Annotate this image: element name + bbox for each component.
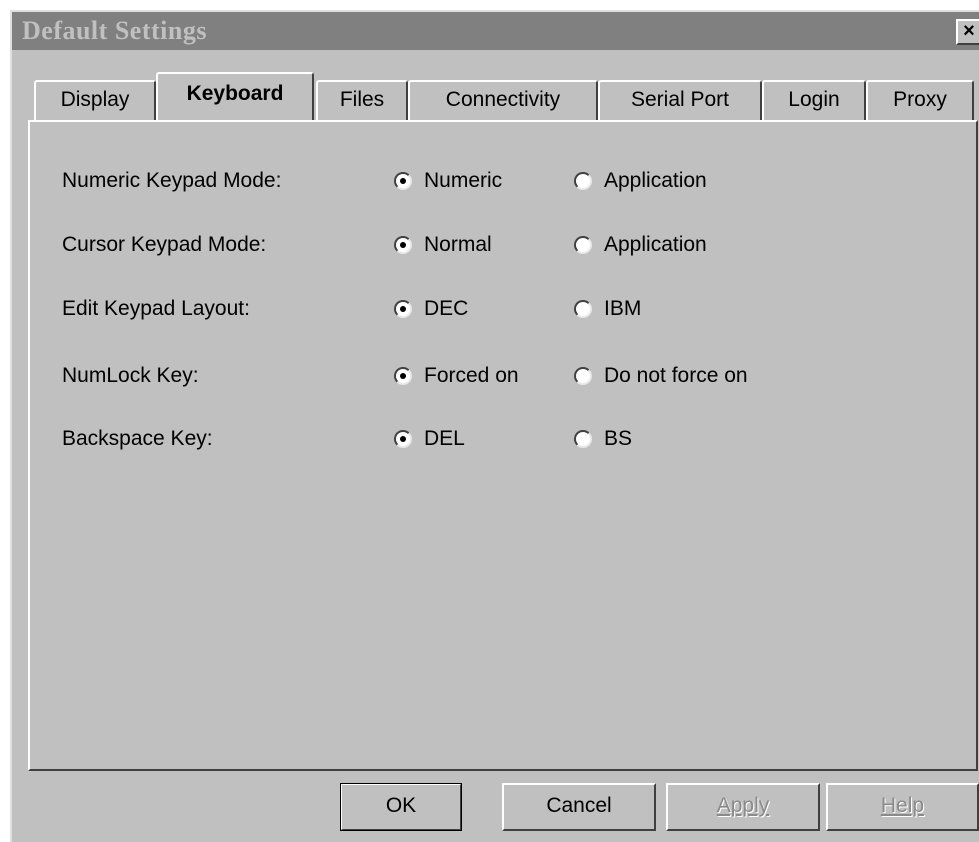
tab-serial-port[interactable]: Serial Port (598, 80, 762, 120)
dialog-window: Default Settings × Display Keyboard File… (10, 10, 979, 842)
tab-login[interactable]: Login (762, 80, 866, 120)
radio-checked-icon (394, 367, 412, 385)
title-bar[interactable]: Default Settings × (12, 12, 979, 50)
cursor-keypad-application-radio[interactable]: Application (574, 233, 707, 257)
backspace-del-radio[interactable]: DEL (394, 427, 465, 451)
radio-checked-icon (394, 236, 412, 254)
radio-checked-icon (394, 172, 412, 190)
apply-button[interactable]: Apply (666, 783, 820, 831)
tab-label: Connectivity (445, 88, 561, 111)
numeric-keypad-numeric-radio[interactable]: Numeric (394, 169, 502, 193)
radio-label: DEL (424, 427, 465, 450)
cursor-keypad-mode-label: Cursor Keypad Mode: (62, 233, 267, 256)
radio-label: Normal (424, 233, 492, 256)
radio-label: BS (604, 427, 633, 450)
button-label: Help (880, 794, 925, 817)
radio-unchecked-icon (574, 236, 592, 254)
radio-label: Do not force on (604, 364, 748, 387)
tab-connectivity[interactable]: Connectivity (408, 80, 598, 120)
tab-label: Files (339, 88, 385, 111)
radio-label: Forced on (424, 364, 519, 387)
button-label: Cancel (546, 794, 612, 817)
help-button[interactable]: Help (826, 783, 979, 831)
close-button[interactable]: × (956, 19, 979, 45)
radio-label: Application (604, 169, 707, 192)
radio-label: Numeric (424, 169, 503, 192)
radio-checked-icon (394, 300, 412, 318)
numeric-keypad-application-radio[interactable]: Application (574, 169, 707, 193)
edit-keypad-dec-radio[interactable]: DEC (394, 297, 468, 321)
tab-files[interactable]: Files (316, 80, 408, 120)
keyboard-settings-panel: Numeric Keypad Mode: Numeric Application… (28, 120, 978, 771)
radio-unchecked-icon (574, 367, 592, 385)
tab-label: Keyboard (186, 82, 284, 105)
ok-button[interactable]: OK (340, 783, 462, 831)
window-title: Default Settings (22, 16, 207, 45)
tab-label: Display (60, 88, 130, 111)
edit-keypad-layout-label: Edit Keypad Layout: (62, 297, 250, 320)
radio-unchecked-icon (574, 172, 592, 190)
button-label: OK (385, 794, 417, 817)
radio-label: DEC (424, 297, 469, 320)
tab-proxy[interactable]: Proxy (866, 80, 974, 120)
radio-unchecked-icon (574, 300, 592, 318)
button-label: Apply (716, 794, 770, 817)
tab-keyboard[interactable]: Keyboard (156, 72, 314, 120)
tab-label: Login (788, 88, 840, 111)
tab-label: Proxy (893, 88, 947, 111)
numlock-forced-on-radio[interactable]: Forced on (394, 364, 519, 388)
backspace-bs-radio[interactable]: BS (574, 427, 632, 451)
cancel-button[interactable]: Cancel (502, 783, 656, 831)
close-icon: × (963, 20, 975, 42)
tab-display[interactable]: Display (34, 80, 156, 120)
radio-unchecked-icon (574, 430, 592, 448)
radio-checked-icon (394, 430, 412, 448)
numlock-key-label: NumLock Key: (62, 364, 199, 387)
cursor-keypad-normal-radio[interactable]: Normal (394, 233, 492, 257)
numeric-keypad-mode-label: Numeric Keypad Mode: (62, 169, 282, 192)
numlock-do-not-force-radio[interactable]: Do not force on (574, 364, 748, 388)
tab-label: Serial Port (630, 88, 730, 111)
edit-keypad-ibm-radio[interactable]: IBM (574, 297, 641, 321)
radio-label: Application (604, 233, 707, 256)
backspace-key-label: Backspace Key: (62, 427, 213, 450)
radio-label: IBM (604, 297, 642, 320)
